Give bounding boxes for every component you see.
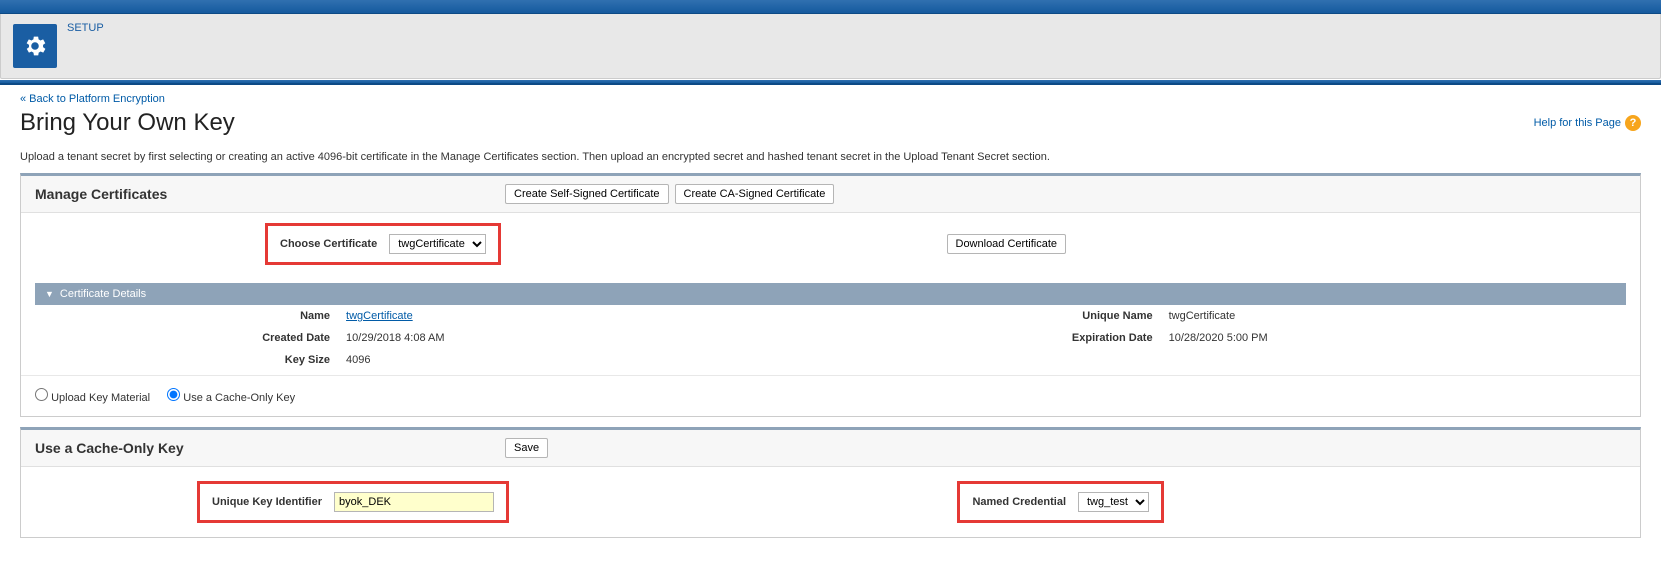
detail-exp-label: Expiration Date xyxy=(803,327,1160,349)
choose-certificate-highlight: Choose Certificate twgCertificate xyxy=(265,223,501,265)
create-ca-signed-button[interactable]: Create CA-Signed Certificate xyxy=(675,184,835,204)
page-title: Bring Your Own Key xyxy=(20,109,235,137)
download-certificate-button[interactable]: Download Certificate xyxy=(947,234,1067,254)
key-source-radio-row: Upload Key Material Use a Cache-Only Key xyxy=(21,375,1640,416)
named-credential-label: Named Credential xyxy=(972,496,1066,508)
intro-text: Upload a tenant secret by first selectin… xyxy=(20,151,1641,163)
upload-key-radio[interactable] xyxy=(35,388,48,401)
certificate-details-table: Name twgCertificate Unique Name twgCerti… xyxy=(35,305,1626,371)
create-self-signed-button[interactable]: Create Self-Signed Certificate xyxy=(505,184,669,204)
help-icon: ? xyxy=(1625,115,1641,131)
upload-key-radio-label[interactable]: Upload Key Material xyxy=(35,392,153,404)
detail-name-label: Name xyxy=(35,305,338,327)
detail-size-value: 4096 xyxy=(338,349,803,371)
named-credential-highlight: Named Credential twg_test xyxy=(957,481,1164,523)
unique-key-identifier-highlight: Unique Key Identifier xyxy=(197,481,509,523)
top-blue-bar xyxy=(0,0,1661,14)
choose-certificate-select[interactable]: twgCertificate xyxy=(389,234,486,254)
named-credential-select[interactable]: twg_test xyxy=(1078,492,1149,512)
uki-input[interactable] xyxy=(334,492,494,512)
detail-created-label: Created Date xyxy=(35,327,338,349)
back-link[interactable]: « Back to Platform Encryption xyxy=(20,93,165,105)
save-button[interactable]: Save xyxy=(505,438,548,458)
detail-size-label: Key Size xyxy=(35,349,338,371)
gear-icon xyxy=(13,24,57,68)
setup-banner: SETUP xyxy=(0,14,1661,79)
detail-unique-value: twgCertificate xyxy=(1161,305,1626,327)
manage-certificates-title: Manage Certificates xyxy=(35,186,505,202)
cache-only-radio-label[interactable]: Use a Cache-Only Key xyxy=(167,392,295,404)
cache-only-title: Use a Cache-Only Key xyxy=(35,440,505,456)
choose-certificate-label: Choose Certificate xyxy=(280,238,377,250)
certificate-details-header[interactable]: ▼ Certificate Details xyxy=(35,283,1626,305)
detail-created-value: 10/29/2018 4:08 AM xyxy=(338,327,803,349)
manage-certificates-section: Manage Certificates Create Self-Signed C… xyxy=(20,173,1641,417)
help-label: Help for this Page xyxy=(1534,117,1621,129)
uki-label: Unique Key Identifier xyxy=(212,496,322,508)
detail-exp-value: 10/28/2020 5:00 PM xyxy=(1161,327,1626,349)
caret-down-icon: ▼ xyxy=(45,289,54,299)
certificate-details-title: Certificate Details xyxy=(60,288,146,300)
detail-name-value[interactable]: twgCertificate xyxy=(346,310,413,322)
help-link[interactable]: Help for this Page ? xyxy=(1534,115,1641,131)
cache-only-radio[interactable] xyxy=(167,388,180,401)
cache-only-key-section: Use a Cache-Only Key Save Unique Key Ide… xyxy=(20,427,1641,538)
detail-unique-label: Unique Name xyxy=(803,305,1160,327)
setup-label: SETUP xyxy=(67,22,104,34)
